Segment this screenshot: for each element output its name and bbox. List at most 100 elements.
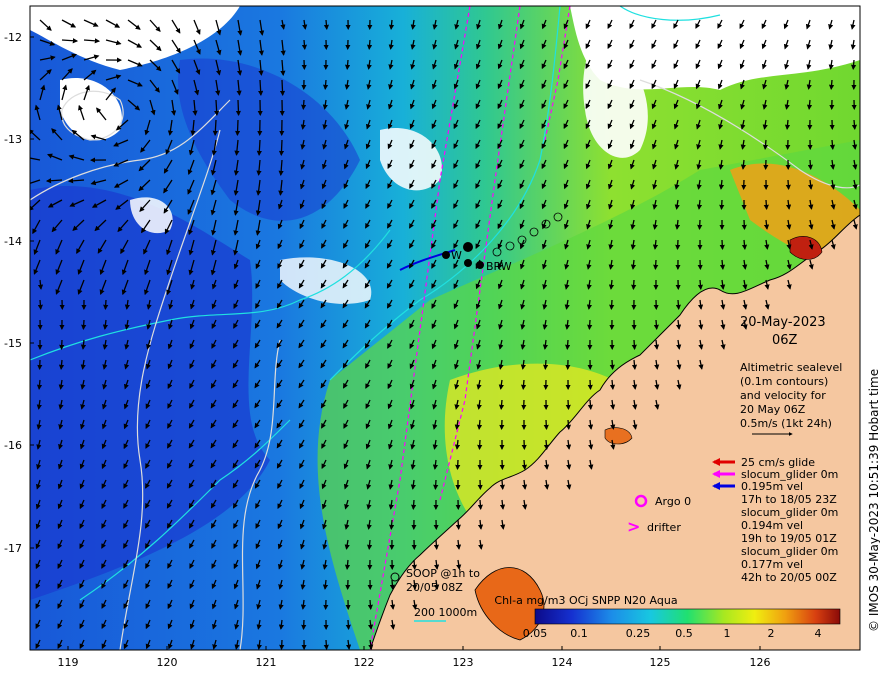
velocity-arrow <box>433 539 439 551</box>
legend-line: 0.194m vel <box>741 519 803 532</box>
velocity-arrow <box>103 299 109 311</box>
velocity-arrow <box>498 399 505 411</box>
mooring-label-brw: BRW <box>486 260 512 273</box>
x-tick-label: 121 <box>256 656 277 669</box>
y-tick-label: -17 <box>4 542 22 555</box>
velocity-arrow <box>278 139 285 157</box>
mooring-marker <box>464 259 472 267</box>
velocity-arrow <box>609 299 615 311</box>
colorbar-title: Chl-a mg/m3 OCj SNPP N20 Aqua <box>494 594 677 607</box>
velocity-arrow <box>631 359 638 371</box>
copyright-text: © IMOS 30-May-2023 10:51:39 Hobart time <box>867 369 880 632</box>
velocity-arrow <box>829 139 836 151</box>
ocean-color-map: W BRW -12 -13 -14 -15 -16 -17 119 120 12… <box>4 5 880 669</box>
velocity-arrow <box>785 179 791 191</box>
velocity-arrow <box>653 319 659 331</box>
colorbar-tick: 1 <box>724 627 731 640</box>
velocity-arrow <box>366 539 373 551</box>
velocity-arrow <box>344 559 351 571</box>
velocity-arrow <box>411 499 417 511</box>
velocity-arrow <box>543 439 550 451</box>
velocity-arrow <box>389 579 395 591</box>
velocity-arrow <box>631 279 637 291</box>
velocity-arrow <box>653 259 659 271</box>
y-tick-label: -15 <box>4 337 22 350</box>
velocity-arrow <box>762 139 769 151</box>
velocity-arrow <box>631 339 637 351</box>
velocity-arrow <box>366 39 373 51</box>
velocity-arrow <box>59 339 65 351</box>
map-plot-area: W BRW <box>30 6 860 650</box>
velocity-arrow <box>587 399 594 411</box>
velocity-arrow <box>322 79 329 91</box>
velocity-arrow <box>697 219 703 231</box>
velocity-arrow <box>806 99 813 111</box>
velocity-arrow <box>850 59 857 71</box>
velocity-arrow <box>477 499 483 511</box>
velocity-arrow <box>455 519 461 531</box>
velocity-arrow <box>36 379 43 391</box>
velocity-arrow <box>697 279 704 291</box>
velocity-arrow <box>279 79 286 97</box>
velocity-arrow <box>323 19 330 31</box>
velocity-arrow <box>543 359 549 371</box>
velocity-arrow <box>433 479 439 491</box>
drifter-marker-icon: > <box>627 517 640 536</box>
velocity-arrow <box>37 299 43 311</box>
legend-line: slocum_glider 0m <box>741 506 838 519</box>
velocity-arrow <box>807 159 813 171</box>
velocity-arrow <box>389 519 395 531</box>
velocity-arrow <box>828 79 835 91</box>
velocity-arrow <box>323 639 329 650</box>
velocity-arrow <box>675 299 681 311</box>
velocity-arrow <box>345 619 351 631</box>
map-date: 20-May-2023 <box>740 315 826 330</box>
velocity-arrow <box>543 419 549 431</box>
velocity-arrow <box>256 139 262 157</box>
velocity-arrow <box>520 379 527 391</box>
velocity-arrow <box>565 419 572 431</box>
soop-label: SOOP @1h to <box>406 567 480 580</box>
mooring-marker <box>463 242 473 252</box>
drifter-label: drifter <box>647 521 681 534</box>
velocity-arrow <box>301 39 308 51</box>
velocity-arrow <box>587 379 593 391</box>
velocity-arrow <box>212 119 218 137</box>
info-line: Altimetric sealevel <box>740 361 842 374</box>
legend-line: 19h to 19/05 01Z <box>741 532 837 545</box>
velocity-arrow <box>609 359 615 371</box>
velocity-arrow <box>388 19 395 31</box>
legend-line: 17h to 18/05 23Z <box>741 493 837 506</box>
velocity-arrow <box>784 119 791 131</box>
velocity-arrow <box>675 239 681 251</box>
velocity-arrow <box>81 319 87 331</box>
colorbar-tick: 4 <box>815 627 822 640</box>
velocity-arrow <box>301 99 307 111</box>
velocity-arrow <box>609 379 616 391</box>
legend-label: 0.195m vel <box>741 480 803 493</box>
velocity-arrow <box>58 359 65 371</box>
x-tick-label: 120 <box>157 656 178 669</box>
velocity-arrow <box>587 319 593 331</box>
info-line: 20 May 06Z <box>740 403 806 416</box>
velocity-arrow <box>477 439 483 451</box>
velocity-arrow <box>301 619 307 631</box>
x-tick-label: 123 <box>453 656 474 669</box>
velocity-arrow <box>367 599 373 611</box>
legend-line: 0.177m vel <box>741 558 803 571</box>
map-time: 06Z <box>772 333 798 348</box>
velocity-arrow <box>344 59 351 71</box>
velocity-arrow <box>565 339 571 351</box>
colorbar-gradient <box>534 608 841 625</box>
velocity-arrow <box>719 259 726 271</box>
velocity-arrow <box>214 99 220 117</box>
mooring-label-w: W <box>451 249 462 262</box>
velocity-arrow <box>763 199 769 211</box>
legend-line: 42h to 20/05 00Z <box>741 571 837 584</box>
depth-legend-label: 200 1000m <box>414 606 477 619</box>
info-line: 0.5m/s (1kt 24h) <box>740 417 832 430</box>
velocity-arrow <box>851 119 858 131</box>
velocity-arrow <box>279 639 285 650</box>
velocity-arrow <box>476 419 483 431</box>
y-tick-label: -14 <box>4 235 22 248</box>
